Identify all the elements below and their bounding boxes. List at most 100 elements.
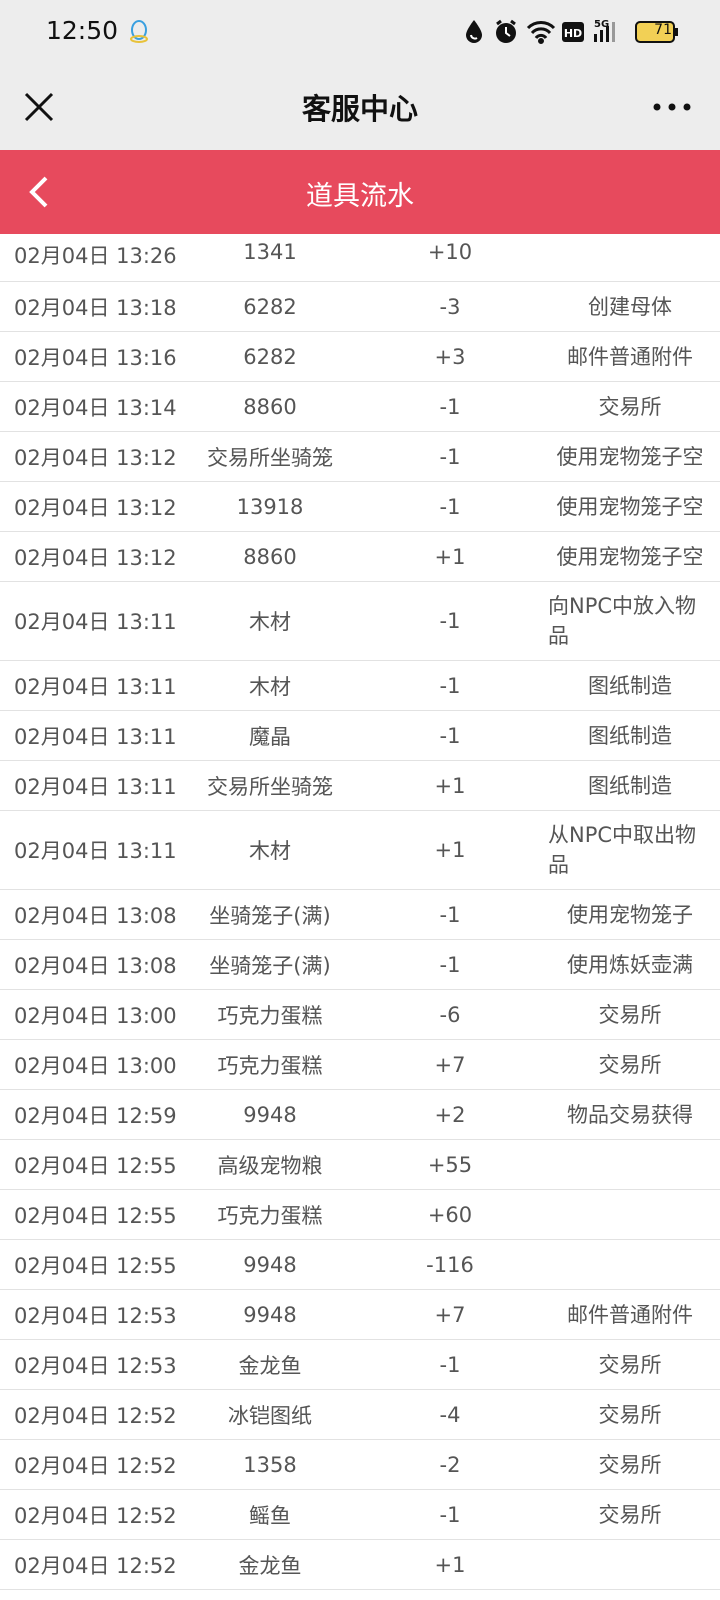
row-item: 9948 [243,1102,297,1127]
list-row: 02月04日 12:53 9948 +7 邮件普通附件 [0,1290,720,1340]
list-row: 02月04日 13:11 魔晶 -1 图纸制造 [0,711,720,761]
row-delta: +10 [427,240,473,264]
item-flow-list: 02月04日 13:26 1341 +10 02月04日 13:18 6282 … [0,234,720,1590]
svg-text:HD: HD [564,27,582,40]
row-time: 02月04日 13:12 [14,445,177,470]
row-item: 8860 [243,544,297,569]
list-row: 02月04日 12:55 高级宠物粮 +55 [0,1140,720,1190]
row-source: 创建母体 [588,294,672,319]
list-row: 02月04日 13:14 8860 -1 交易所 [0,382,720,432]
row-time: 02月04日 13:18 [14,295,177,320]
row-time: 02月04日 12:53 [14,1303,177,1328]
row-source [540,1240,720,1289]
row-source: 交易所 [598,1352,662,1377]
row-time: 02月04日 12:55 [14,1153,177,1178]
row-source: 交易所 [598,1502,662,1527]
row-delta: -1 [439,723,461,748]
list-row: 02月04日 12:52 1358 -2 交易所 [0,1440,720,1490]
status-time: 12:50 [46,16,119,45]
wifi-icon [526,21,556,44]
row-item: 鳐鱼 [249,1503,291,1528]
list-row: 02月04日 12:53 金龙鱼 -1 交易所 [0,1340,720,1390]
row-time: 02月04日 13:14 [14,395,177,420]
row-source: 从NPC中取出物品 [548,823,697,877]
row-item: 金龙鱼 [238,1353,302,1378]
row-item: 冰铠图纸 [228,1403,312,1428]
row-delta: -1 [439,444,461,469]
list-row: 02月04日 13:12 交易所坐骑笼 -1 使用宠物笼子空 [0,432,720,482]
row-time: 02月04日 13:11 [14,610,177,634]
row-source: 图纸制造 [588,673,672,698]
row-item: 巧克力蛋糕 [217,1203,323,1228]
status-icons: HD 5G [466,19,678,44]
row-source: 图纸制造 [588,773,672,798]
row-time: 02月04日 12:52 [14,1503,177,1528]
row-item: 9948 [243,1302,297,1327]
list-row: 02月04日 13:16 6282 +3 邮件普通附件 [0,332,720,382]
row-time: 02月04日 13:16 [14,345,177,370]
row-delta: -1 [439,673,461,698]
alarm-icon [496,19,516,43]
row-delta: +55 [427,1152,473,1177]
row-item: 巧克力蛋糕 [217,1003,323,1028]
list-row: 02月04日 12:59 9948 +2 物品交易获得 [0,1090,720,1140]
list-row: 02月04日 12:55 9948 -116 [0,1240,720,1290]
row-source: 交易所 [598,1052,662,1077]
row-delta: -1 [439,952,461,977]
row-delta: -116 [426,1252,474,1277]
row-source: 邮件普通附件 [567,344,693,369]
list-row: 02月04日 13:12 13918 -1 使用宠物笼子空 [0,482,720,532]
row-source: 交易所 [598,1402,662,1427]
row-source: 使用宠物笼子 [567,902,693,927]
row-item: 9948 [243,1252,297,1277]
row-delta: +1 [434,1552,466,1577]
row-time: 02月04日 13:08 [14,903,177,928]
row-source: 向NPC中放入物品 [548,594,697,648]
row-delta: -3 [439,294,461,319]
status-bar: 12:50 HD 5G 71 [0,0,720,64]
list-row: 02月04日 13:18 6282 -3 创建母体 [0,282,720,332]
list-row: 02月04日 13:26 1341 +10 [0,234,720,282]
row-delta: -1 [439,494,461,519]
row-item: 木材 [249,610,291,634]
row-delta: -2 [439,1452,461,1477]
row-delta: +2 [434,1102,466,1127]
qq-icon [130,20,148,43]
row-time: 02月04日 13:26 [14,244,177,268]
list-row: 02月04日 13:11 交易所坐骑笼 +1 图纸制造 [0,761,720,811]
row-time: 02月04日 13:12 [14,545,177,570]
more-icon[interactable] [650,92,694,122]
row-delta: -1 [439,902,461,927]
row-source: 使用宠物笼子空 [556,494,704,519]
hd-icon: HD [562,22,584,42]
row-source: 使用宠物笼子空 [556,544,704,569]
row-item: 1341 [243,240,297,264]
list-row: 02月04日 13:00 巧克力蛋糕 +7 交易所 [0,1040,720,1090]
water-drop-icon [466,20,482,43]
list-row: 02月04日 13:11 木材 +1 从NPC中取出物品 [0,811,720,890]
row-delta: -1 [439,394,461,419]
row-source: 使用炼妖壶满 [567,952,693,977]
row-source [540,234,720,281]
row-source: 交易所 [598,394,662,419]
row-delta: +1 [434,838,466,862]
row-item: 8860 [243,394,297,419]
row-time: 02月04日 12:55 [14,1253,177,1278]
row-item: 巧克力蛋糕 [217,1053,323,1078]
row-time: 02月04日 12:55 [14,1203,177,1228]
row-item: 金龙鱼 [238,1553,302,1578]
row-source: 交易所 [598,1002,662,1027]
row-time: 02月04日 12:52 [14,1453,177,1478]
row-time: 02月04日 12:52 [14,1553,177,1578]
row-source: 邮件普通附件 [567,1302,693,1327]
row-source [540,1190,720,1239]
list-row: 02月04日 13:00 巧克力蛋糕 -6 交易所 [0,990,720,1040]
row-item: 交易所坐骑笼 [207,774,333,799]
row-time: 02月04日 13:11 [14,674,177,699]
row-item: 魔晶 [249,724,291,749]
title-bar: 客服中心 [0,64,720,150]
list-row: 02月04日 13:08 坐骑笼子(满) -1 使用炼妖壶满 [0,940,720,990]
row-item: 木材 [249,839,291,863]
row-time: 02月04日 13:00 [14,1053,177,1078]
row-source [540,1540,720,1589]
